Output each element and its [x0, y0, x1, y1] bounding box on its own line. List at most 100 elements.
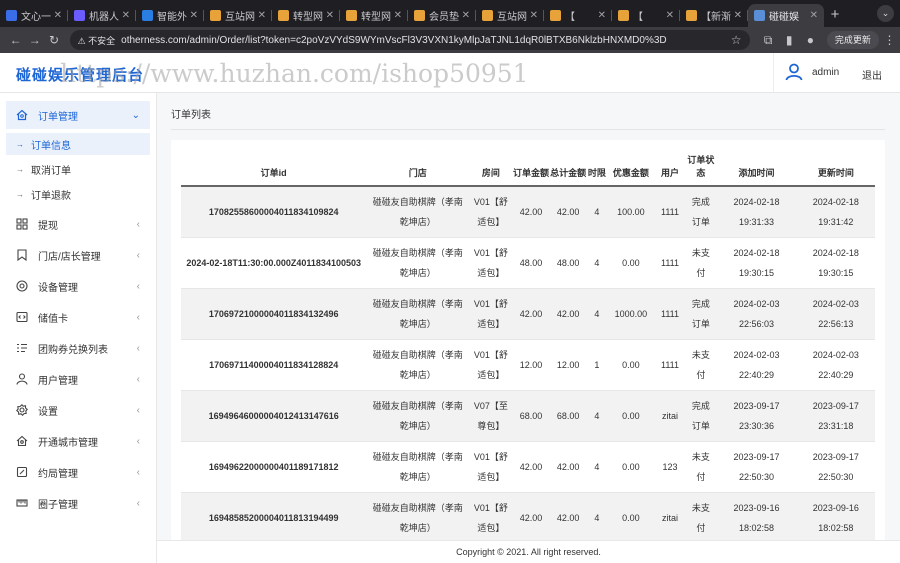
table-cell: 2023-09-17 22:50:30: [716, 441, 797, 493]
browser-tab[interactable]: 【✕: [544, 4, 612, 27]
update-button[interactable]: 完成更新: [826, 31, 879, 49]
tab-close-icon[interactable]: ✕: [734, 10, 742, 21]
browser-tab[interactable]: 转型网 ✕: [340, 4, 408, 27]
table-cell: 2024-02-18 19:30:15: [796, 237, 875, 289]
user-menu[interactable]: admin: [785, 63, 839, 81]
browser-tab[interactable]: 会员垫 ✕: [408, 4, 476, 27]
back-icon[interactable]: ←: [6, 33, 25, 47]
reload-icon[interactable]: ↻: [44, 33, 63, 47]
sidepanel-icon[interactable]: ▮: [779, 33, 800, 47]
browser-tab[interactable]: 智能外 ✕: [136, 4, 204, 27]
browser-tab[interactable]: 互站网 ✕: [476, 4, 544, 27]
browser-tab[interactable]: 碰碰娱 ✕: [748, 4, 824, 27]
browser-tab[interactable]: 互站网 ✕: [204, 4, 272, 27]
browser-tab[interactable]: 文心一 ✕: [0, 4, 68, 27]
table-cell: 68.00: [512, 390, 550, 442]
table-cell: 未支付: [685, 441, 717, 493]
table-row[interactable]: 16948585200004011813194499 碰碰友自助棋牌（孝南乾坤店）…: [181, 492, 875, 540]
chevron-left-icon: ‹: [136, 311, 140, 323]
browser-menu-icon[interactable]: ⋮: [879, 33, 900, 47]
table-cell: 碰碰友自助棋牌（孝南乾坤店）: [366, 237, 470, 289]
url-text[interactable]: otherness.com/admin/Order/list?token=c2p…: [121, 35, 731, 46]
sidebar-item-5[interactable]: 用户管理 ‹: [6, 368, 150, 390]
table-cell: 42.00: [512, 441, 550, 493]
extensions-icon[interactable]: ⧉: [758, 33, 779, 48]
table-cell: 42.00: [512, 186, 550, 238]
table-row[interactable]: 17069721000004011834132496 碰碰友自助棋牌（孝南乾坤店）…: [181, 288, 875, 340]
sidebar-subitem-label: 订单退款: [31, 190, 71, 202]
table-cell: 2024-02-03 22:40:29: [716, 339, 797, 391]
browser-tab[interactable]: 【✕: [612, 4, 680, 27]
not-secure-badge[interactable]: ⚠ 不安全: [78, 34, 116, 47]
tab-close-icon[interactable]: ✕: [258, 10, 266, 21]
tab-favicon-icon: [74, 10, 85, 21]
chevron-left-icon: ‹: [136, 404, 140, 416]
browser-tab-strip: 文心一 ✕ 机器人 ✕ 智能外 ✕ 互站网 ✕ 转型网 ✕ 转型网 ✕ 会员垫 ✕ 互站网 ✕ 【✕ 【✕ 【新渐 ✕…: [0, 0, 900, 27]
tab-close-icon[interactable]: ✕: [122, 10, 130, 21]
sidebar-item-0[interactable]: 提现 ‹: [6, 213, 150, 235]
table-cell: 1111: [654, 339, 686, 391]
tab-search-button[interactable]: ⌄: [877, 5, 894, 22]
sidebar-item-6[interactable]: 设置 ‹: [6, 399, 150, 421]
tab-favicon-icon: [686, 10, 697, 21]
sidebar-item-3[interactable]: 储值卡 ‹: [6, 306, 150, 328]
tab-favicon-icon: [210, 10, 221, 21]
sidebar-subitem-order-info[interactable]: → 订单信息: [6, 133, 150, 155]
table-cell: 1111: [654, 288, 686, 340]
table-cell: V07【至尊包】: [469, 390, 513, 442]
logout-link[interactable]: 退出: [862, 67, 882, 82]
column-header: 总计金额: [549, 150, 587, 187]
table-row[interactable]: 17082558600004011834109824 碰碰友自助棋牌（孝南乾坤店）…: [181, 186, 875, 238]
address-bar[interactable]: ⚠ 不安全 otherness.com/admin/Order/list?tok…: [69, 30, 750, 50]
main-content: 订单列表 订单id 门店 房间 订单金额 总计金额 时限 优惠金额 用户 订单状态 添加时间 更新时…: [157, 93, 900, 563]
tab-close-icon[interactable]: ✕: [530, 10, 538, 21]
table-cell: 碰碰友自助棋牌（孝南乾坤店）: [366, 186, 470, 238]
sidebar-item-8[interactable]: 约局管理 ‹: [6, 461, 150, 483]
browser-tab[interactable]: 机器人 ✕: [68, 4, 136, 27]
table-row[interactable]: 16949622000000401189171812 碰碰友自助棋牌（孝南乾坤店）…: [181, 441, 875, 493]
table-cell: 2024-02-18 19:30:15: [716, 237, 797, 289]
tab-close-icon[interactable]: ✕: [810, 10, 818, 21]
bookmark-star-icon[interactable]: ☆: [731, 33, 742, 47]
code-icon: [16, 311, 28, 323]
table-cell: 完成订单: [685, 186, 717, 238]
sidebar-item-label: 门店/店长管理: [38, 251, 101, 263]
tab-close-icon[interactable]: ✕: [54, 10, 62, 21]
table-cell: 1000.00: [607, 288, 655, 340]
sidebar-subitem-cancel-order[interactable]: → 取消订单: [6, 158, 150, 180]
table-row[interactable]: 2024-02-18T11:30:00.000Z4011834100503 碰碰友…: [181, 237, 875, 289]
tab-favicon-icon: [550, 10, 561, 21]
sidebar-item-label: 开通城市管理: [38, 437, 98, 449]
home-icon: [16, 109, 28, 121]
forward-icon[interactable]: →: [25, 33, 44, 47]
new-tab-button[interactable]: +: [824, 4, 846, 27]
sidebar-item-4[interactable]: 团购券兑换列表 ‹: [6, 337, 150, 359]
tab-close-icon[interactable]: ✕: [598, 10, 606, 21]
tab-close-icon[interactable]: ✕: [666, 10, 674, 21]
tab-title: 转型网: [361, 12, 391, 23]
table-cell: V01【舒适包】: [469, 441, 513, 493]
tab-close-icon[interactable]: ✕: [190, 10, 198, 21]
sidebar-item-9[interactable]: 圈子管理 ‹: [6, 492, 150, 514]
gear-icon: [16, 404, 28, 416]
tab-title: 【新渐: [701, 12, 731, 23]
table-row[interactable]: 17069711400004011834128824 碰碰友自助棋牌（孝南乾坤店）…: [181, 339, 875, 391]
sidebar-subitem-order-refund[interactable]: → 订单退款: [6, 183, 150, 205]
tab-close-icon[interactable]: ✕: [462, 10, 470, 21]
browser-tab[interactable]: 【新渐 ✕: [680, 4, 748, 27]
tab-close-icon[interactable]: ✕: [394, 10, 402, 21]
table-cell: 未支付: [685, 237, 717, 289]
sidebar-item-7[interactable]: 开通城市管理 ‹: [6, 430, 150, 452]
sidebar-item-1[interactable]: 门店/店长管理 ‹: [6, 244, 150, 266]
table-card: 订单id 门店 房间 订单金额 总计金额 时限 优惠金额 用户 订单状态 添加时间 更新时间 170…: [171, 140, 885, 540]
column-header: 房间: [469, 150, 513, 187]
order-table: 订单id 门店 房间 订单金额 总计金额 时限 优惠金额 用户 订单状态 添加时间 更新时间 170…: [181, 150, 875, 540]
tab-close-icon[interactable]: ✕: [326, 10, 334, 21]
browser-tab[interactable]: 转型网 ✕: [272, 4, 340, 27]
sidebar-item-order-management[interactable]: 订单管理 ⌄: [6, 101, 150, 129]
profile-icon[interactable]: ●: [800, 33, 821, 47]
table-row[interactable]: 16949646000004012413147616 碰碰友自助棋牌（孝南乾坤店）…: [181, 390, 875, 442]
table-cell: 4: [586, 492, 608, 540]
table-cell: zitai: [654, 390, 686, 442]
sidebar-item-2[interactable]: 设备管理 ‹: [6, 275, 150, 297]
